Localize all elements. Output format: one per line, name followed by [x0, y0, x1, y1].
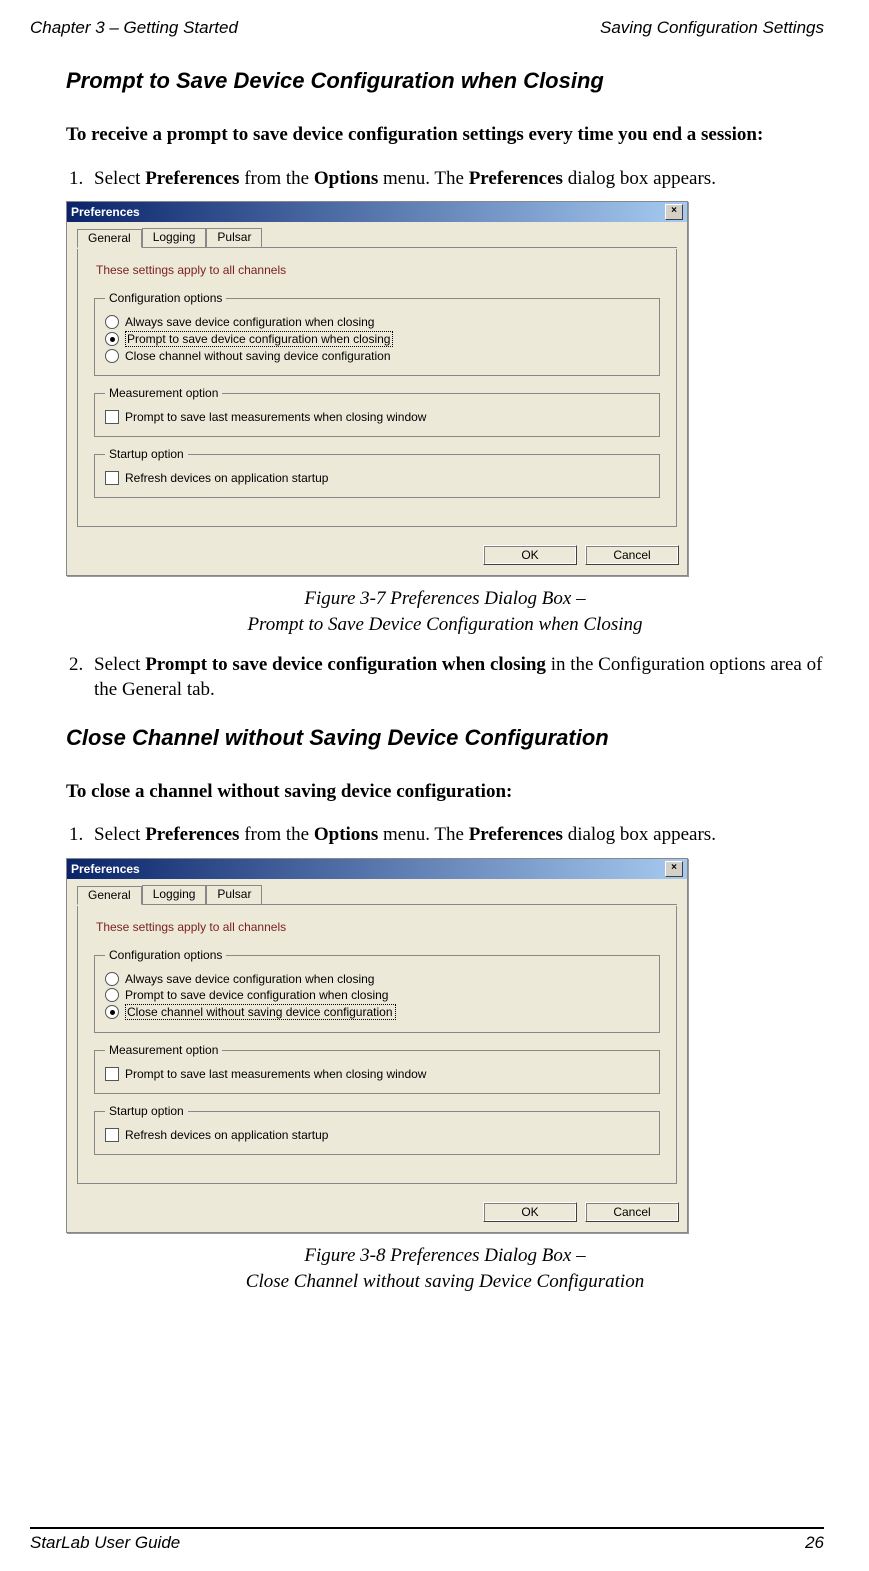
tab-pulsar[interactable]: Pulsar [206, 885, 262, 904]
checkbox-prompt-measurements[interactable] [105, 1067, 119, 1081]
ok-button[interactable]: OK [483, 1202, 577, 1222]
step-1: Select Preferences from the Options menu… [88, 166, 824, 192]
close-icon[interactable]: × [665, 204, 683, 220]
settings-note: These settings apply to all channels [96, 263, 660, 277]
lead-prompt-save: To receive a prompt to save device confi… [66, 122, 824, 148]
group-measurement-option: Measurement option Prompt to save last m… [94, 386, 660, 437]
lead-close-channel: To close a channel without saving device… [66, 779, 824, 805]
legend-meas: Measurement option [105, 386, 222, 400]
close-icon[interactable]: × [665, 861, 683, 877]
txt: menu. The [378, 824, 468, 845]
header-left: Chapter 3 – Getting Started [30, 18, 238, 38]
radio-always-save[interactable] [105, 972, 119, 986]
step-1b: Select Preferences from the Options menu… [88, 822, 824, 848]
cancel-button[interactable]: Cancel [585, 545, 679, 565]
label-close-without-save: Close channel without saving device conf… [125, 349, 391, 363]
caption-line: Figure 3-7 Preferences Dialog Box – [304, 588, 585, 609]
label-refresh-startup: Refresh devices on application startup [125, 471, 328, 485]
radio-always-save[interactable] [105, 315, 119, 329]
label-prompt-save: Prompt to save device configuration when… [125, 988, 388, 1002]
radio-close-without-save[interactable] [105, 349, 119, 363]
label-prompt-save: Prompt to save device configuration when… [125, 331, 393, 347]
txt: menu. The [378, 168, 468, 189]
checkbox-prompt-measurements[interactable] [105, 410, 119, 424]
label-prompt-measurements: Prompt to save last measurements when cl… [125, 1067, 426, 1081]
group-configuration-options: Configuration options Always save device… [94, 291, 660, 376]
bold: Preferences [145, 168, 239, 189]
heading-prompt-save: Prompt to Save Device Configuration when… [66, 68, 824, 94]
tab-logging[interactable]: Logging [142, 228, 207, 247]
dialog-title: Preferences [71, 205, 140, 219]
footer-page-number: 26 [805, 1533, 824, 1553]
caption-line: Close Channel without saving Device Conf… [246, 1271, 644, 1292]
label-always-save: Always save device configuration when cl… [125, 315, 374, 329]
cancel-button[interactable]: Cancel [585, 1202, 679, 1222]
tab-pulsar[interactable]: Pulsar [206, 228, 262, 247]
txt: dialog box appears. [563, 168, 716, 189]
bold: Prompt to save device configuration when… [145, 654, 546, 675]
label-prompt-measurements: Prompt to save last measurements when cl… [125, 410, 426, 424]
legend-start: Startup option [105, 1104, 188, 1118]
ok-button[interactable]: OK [483, 545, 577, 565]
figure-3-8-caption: Figure 3-8 Preferences Dialog Box – Clos… [66, 1243, 824, 1294]
group-configuration-options: Configuration options Always save device… [94, 948, 660, 1033]
group-measurement-option: Measurement option Prompt to save last m… [94, 1043, 660, 1094]
label-close-without-save: Close channel without saving device conf… [125, 1004, 396, 1020]
legend-meas: Measurement option [105, 1043, 222, 1057]
legend-start: Startup option [105, 447, 188, 461]
footer-left: StarLab User Guide [30, 1533, 180, 1553]
preferences-dialog-1: Preferences × General Logging Pulsar The… [66, 201, 688, 576]
legend-config: Configuration options [105, 948, 226, 962]
step-2: Select Prompt to save device configurati… [88, 652, 824, 703]
dialog-title: Preferences [71, 862, 140, 876]
txt: Select [94, 168, 145, 189]
label-always-save: Always save device configuration when cl… [125, 972, 374, 986]
txt: dialog box appears. [563, 824, 716, 845]
checkbox-refresh-startup[interactable] [105, 471, 119, 485]
checkbox-refresh-startup[interactable] [105, 1128, 119, 1142]
bold: Options [314, 168, 378, 189]
header-right: Saving Configuration Settings [600, 18, 824, 38]
bold: Preferences [469, 168, 563, 189]
caption-line: Prompt to Save Device Configuration when… [247, 614, 642, 635]
preferences-dialog-2: Preferences × General Logging Pulsar The… [66, 858, 688, 1233]
tab-logging[interactable]: Logging [142, 885, 207, 904]
tab-general[interactable]: General [77, 229, 142, 248]
legend-config: Configuration options [105, 291, 226, 305]
radio-prompt-save[interactable] [105, 988, 119, 1002]
radio-prompt-save[interactable] [105, 332, 119, 346]
bold: Options [314, 824, 378, 845]
tab-general[interactable]: General [77, 886, 142, 905]
caption-line: Figure 3-8 Preferences Dialog Box – [304, 1245, 585, 1266]
label-refresh-startup: Refresh devices on application startup [125, 1128, 328, 1142]
txt: Select [94, 824, 145, 845]
settings-note: These settings apply to all channels [96, 920, 660, 934]
heading-close-channel: Close Channel without Saving Device Conf… [66, 725, 824, 751]
group-startup-option: Startup option Refresh devices on applic… [94, 447, 660, 498]
figure-3-7-caption: Figure 3-7 Preferences Dialog Box – Prom… [66, 586, 824, 637]
txt: from the [239, 168, 313, 189]
group-startup-option: Startup option Refresh devices on applic… [94, 1104, 660, 1155]
txt: from the [239, 824, 313, 845]
radio-close-without-save[interactable] [105, 1005, 119, 1019]
bold: Preferences [145, 824, 239, 845]
bold: Preferences [469, 824, 563, 845]
txt: Select [94, 654, 145, 675]
